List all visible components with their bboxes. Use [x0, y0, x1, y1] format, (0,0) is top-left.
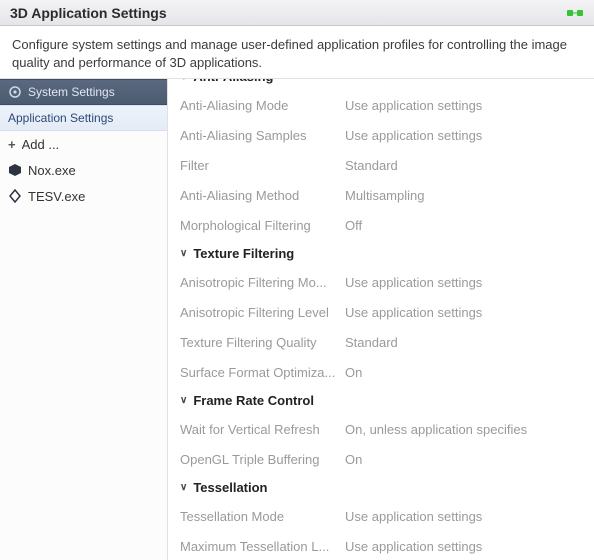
- app-icon-tesv: [8, 189, 22, 203]
- chevron-down-icon: ∨: [180, 482, 187, 493]
- setting-label: Maximum Tessellation L...: [180, 539, 345, 554]
- sidebar-section-application-settings[interactable]: Application Settings: [0, 105, 167, 131]
- sidebar-app-label: TESV.exe: [28, 189, 85, 204]
- setting-row[interactable]: Wait for Vertical RefreshOn, unless appl…: [168, 414, 594, 444]
- setting-value[interactable]: On, unless application specifies: [345, 422, 582, 437]
- setting-value[interactable]: On: [345, 452, 582, 467]
- body: System Settings Application Settings + A…: [0, 79, 594, 560]
- group-header[interactable]: ∨ Texture Filtering: [168, 240, 594, 267]
- chevron-down-icon: ∨: [180, 79, 187, 82]
- setting-value[interactable]: Use application settings: [345, 128, 582, 143]
- page-title: 3D Application Settings: [10, 5, 167, 21]
- setting-row[interactable]: Tessellation ModeUse application setting…: [168, 501, 594, 531]
- chevron-down-icon: ∨: [180, 248, 187, 259]
- gear-icon: [8, 85, 22, 99]
- setting-label: Anti-Aliasing Samples: [180, 128, 345, 143]
- sidebar-app-label: Nox.exe: [28, 163, 76, 178]
- setting-row[interactable]: Anti-Aliasing MethodMultisampling: [168, 180, 594, 210]
- page-description: Configure system settings and manage use…: [0, 26, 594, 79]
- group-title: Anti-Aliasing: [193, 79, 273, 84]
- setting-value[interactable]: On: [345, 365, 582, 380]
- app-window: 3D Application Settings Configure system…: [0, 0, 594, 560]
- setting-label: Anti-Aliasing Method: [180, 188, 345, 203]
- group-header[interactable]: ∨ Anti-Aliasing: [168, 79, 594, 90]
- settings-scroll-area[interactable]: ∨Anti-AliasingAnti-Aliasing ModeUse appl…: [168, 79, 594, 560]
- setting-label: Morphological Filtering: [180, 218, 345, 233]
- sidebar-section-label: System Settings: [28, 85, 115, 99]
- gpu-status-icon[interactable]: [566, 7, 584, 19]
- group-header[interactable]: ∨ Frame Rate Control: [168, 387, 594, 414]
- settings-panel: ∨Anti-AliasingAnti-Aliasing ModeUse appl…: [168, 79, 594, 560]
- setting-label: Filter: [180, 158, 345, 173]
- setting-value[interactable]: Use application settings: [345, 98, 582, 113]
- setting-value[interactable]: Use application settings: [345, 305, 582, 320]
- group-title: Texture Filtering: [193, 246, 294, 261]
- app-icon-nox: [8, 163, 22, 177]
- setting-value[interactable]: Multisampling: [345, 188, 582, 203]
- sidebar-add-profile[interactable]: + Add ...: [0, 131, 167, 157]
- setting-value[interactable]: Off: [345, 218, 582, 233]
- setting-row[interactable]: Anti-Aliasing ModeUse application settin…: [168, 90, 594, 120]
- setting-row[interactable]: Anisotropic Filtering Mo...Use applicati…: [168, 267, 594, 297]
- setting-value[interactable]: Standard: [345, 158, 582, 173]
- setting-row[interactable]: Anti-Aliasing SamplesUse application set…: [168, 120, 594, 150]
- setting-value[interactable]: Standard: [345, 335, 582, 350]
- setting-row[interactable]: Maximum Tessellation L...Use application…: [168, 531, 594, 560]
- setting-row[interactable]: OpenGL Triple BufferingOn: [168, 444, 594, 474]
- setting-row[interactable]: Surface Format Optimiza...On: [168, 357, 594, 387]
- setting-label: Wait for Vertical Refresh: [180, 422, 345, 437]
- group-title: Frame Rate Control: [193, 393, 314, 408]
- setting-label: Texture Filtering Quality: [180, 335, 345, 350]
- setting-value[interactable]: Use application settings: [345, 509, 582, 524]
- sidebar-app-item[interactable]: Nox.exe: [0, 157, 167, 183]
- setting-label: Surface Format Optimiza...: [180, 365, 345, 380]
- sidebar-section-label: Application Settings: [8, 111, 113, 125]
- setting-label: Anisotropic Filtering Level: [180, 305, 345, 320]
- sidebar-app-item[interactable]: TESV.exe: [0, 183, 167, 209]
- setting-value[interactable]: Use application settings: [345, 275, 582, 290]
- setting-label: Tessellation Mode: [180, 509, 345, 524]
- setting-row[interactable]: Morphological FilteringOff: [168, 210, 594, 240]
- setting-row[interactable]: Texture Filtering QualityStandard: [168, 327, 594, 357]
- sidebar-section-system-settings[interactable]: System Settings: [0, 79, 167, 105]
- sidebar: System Settings Application Settings + A…: [0, 79, 168, 560]
- chevron-down-icon: ∨: [180, 395, 187, 406]
- title-bar: 3D Application Settings: [0, 0, 594, 26]
- setting-label: Anisotropic Filtering Mo...: [180, 275, 345, 290]
- group-header[interactable]: ∨ Tessellation: [168, 474, 594, 501]
- plus-icon: +: [8, 137, 16, 152]
- setting-label: Anti-Aliasing Mode: [180, 98, 345, 113]
- setting-row[interactable]: FilterStandard: [168, 150, 594, 180]
- sidebar-add-label: Add ...: [22, 137, 60, 152]
- group-title: Tessellation: [193, 480, 267, 495]
- setting-row[interactable]: Anisotropic Filtering LevelUse applicati…: [168, 297, 594, 327]
- setting-label: OpenGL Triple Buffering: [180, 452, 345, 467]
- setting-value[interactable]: Use application settings: [345, 539, 582, 554]
